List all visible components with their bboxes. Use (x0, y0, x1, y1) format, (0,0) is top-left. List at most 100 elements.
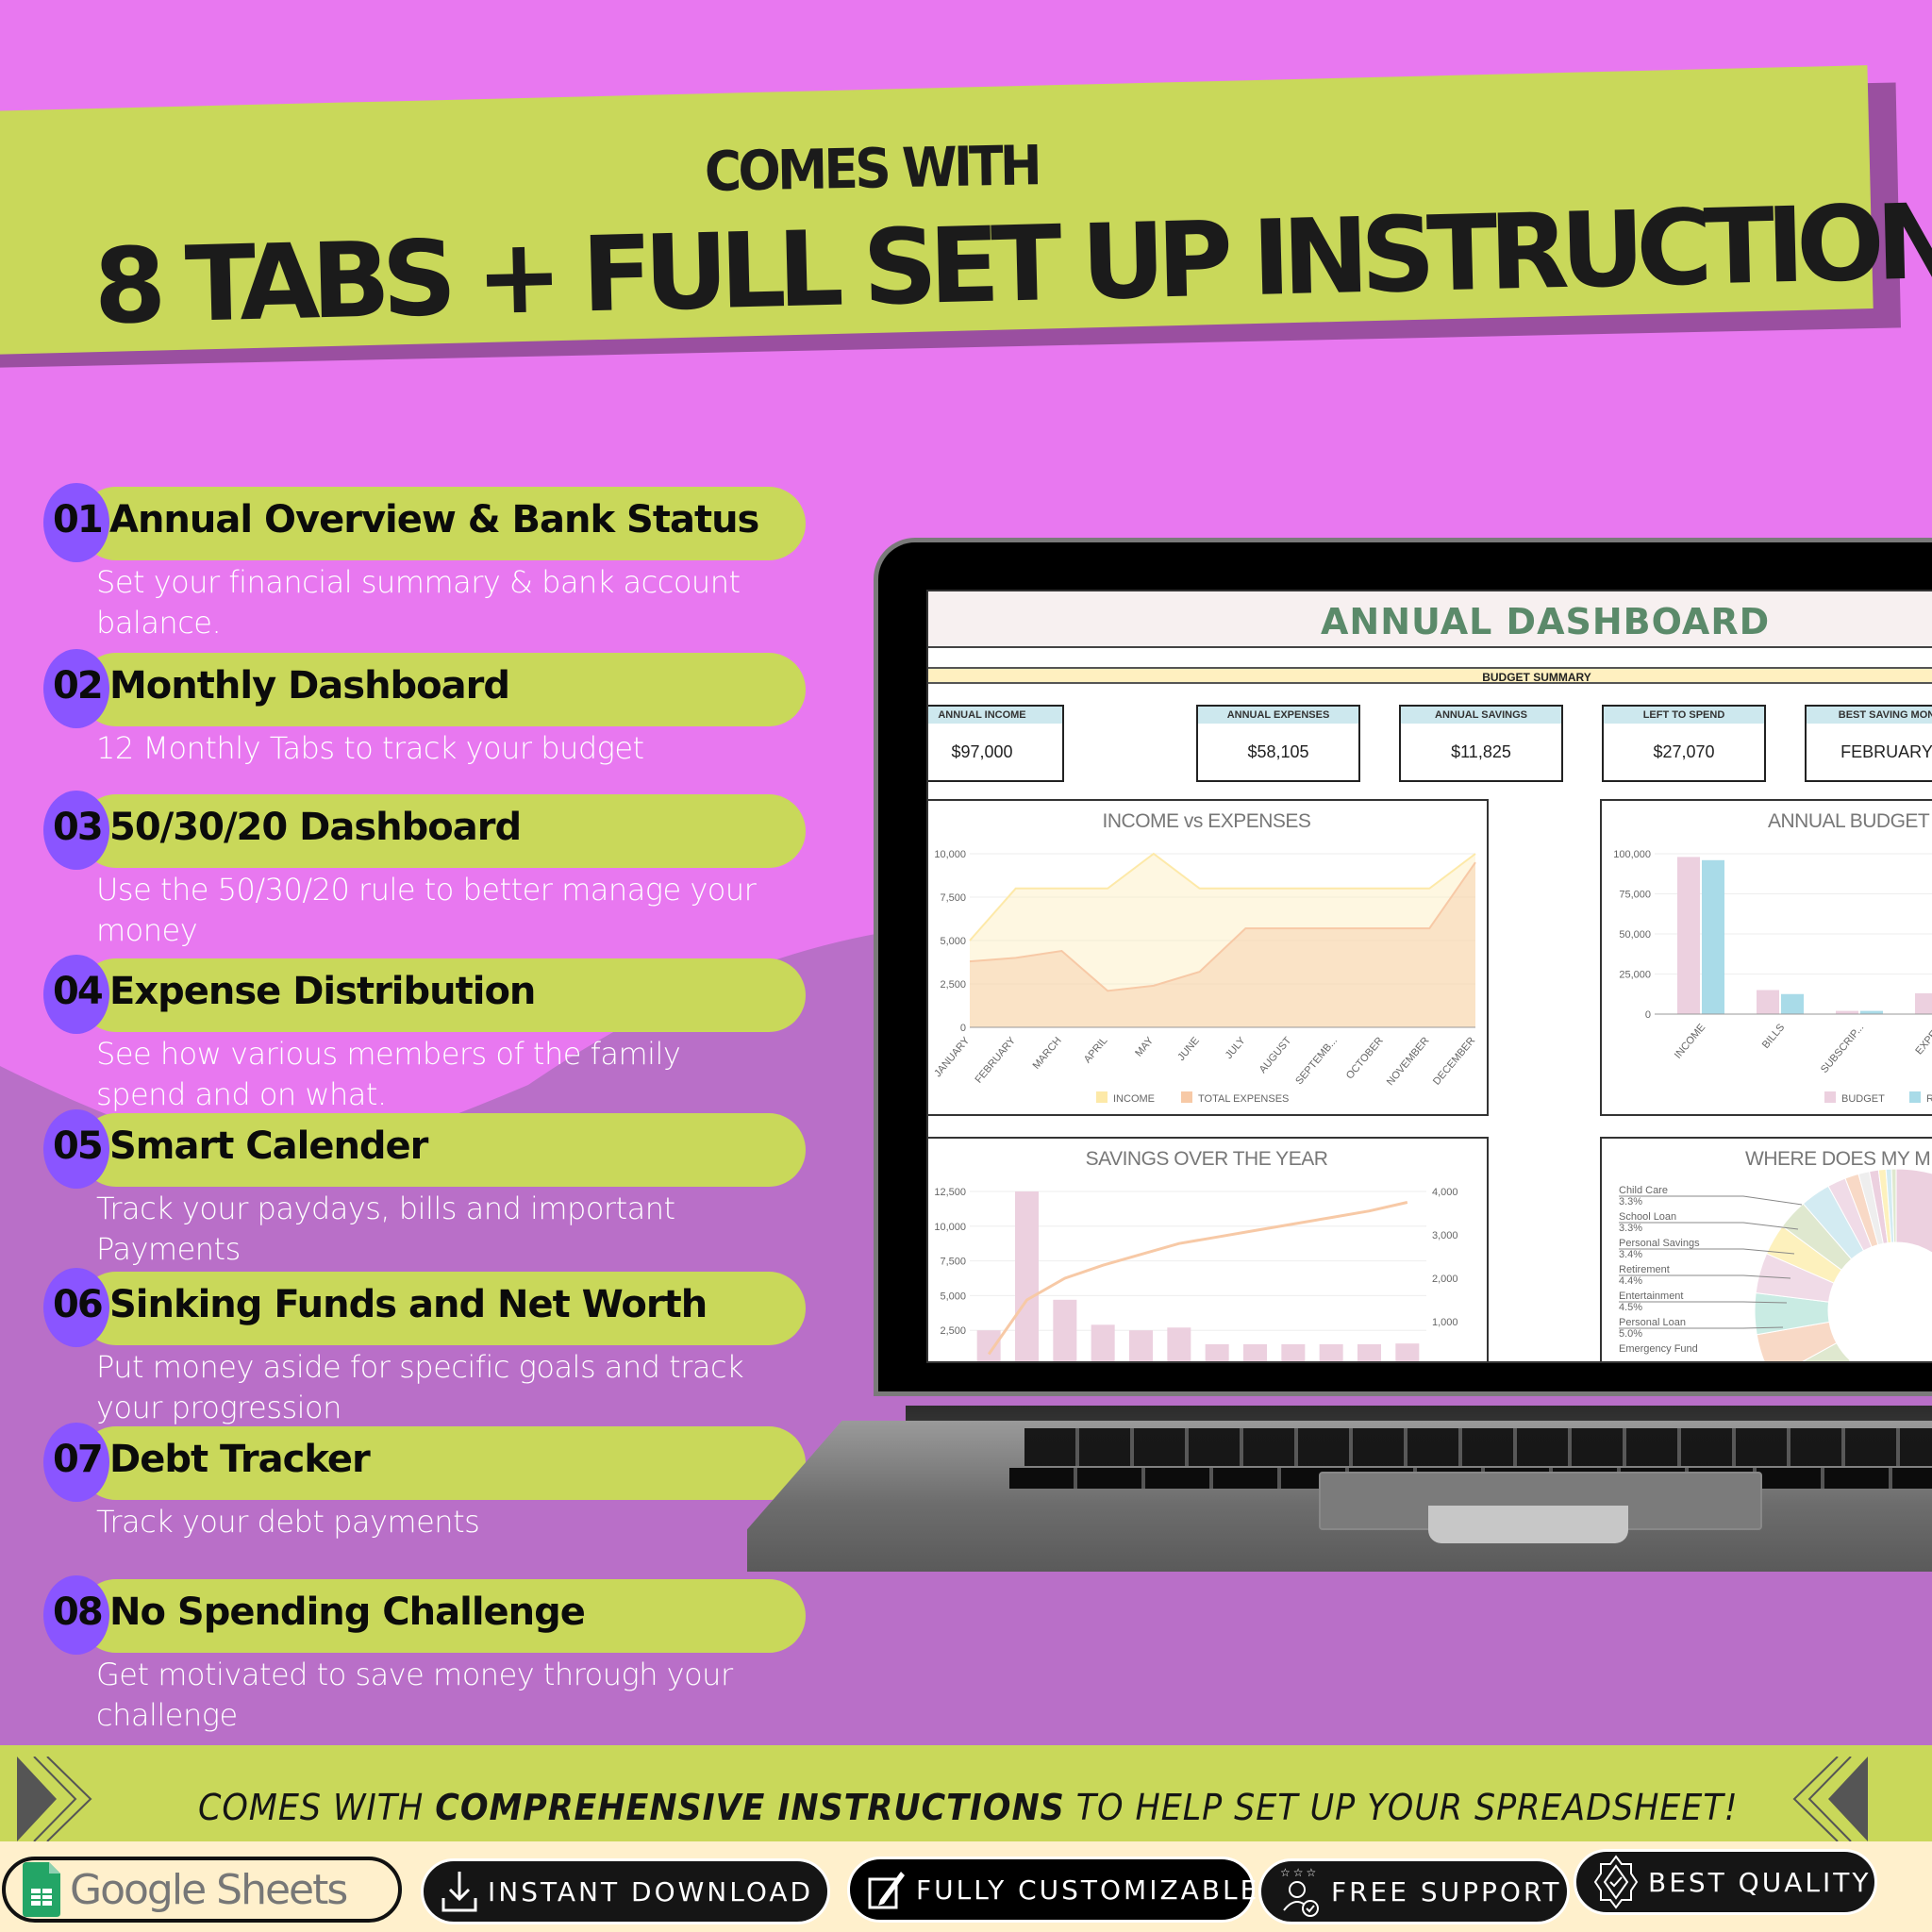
leader-line (1619, 1222, 1799, 1230)
card-value: $97,000 (951, 742, 1013, 761)
y-tick-label: 5,000 (940, 936, 966, 947)
slice-label: Emergency Fund (1619, 1343, 1698, 1355)
bar (1014, 1191, 1040, 1361)
instructions-pre: COMES WITH (198, 1787, 436, 1828)
feature-description: 12 Monthly Tabs to track your budget (96, 730, 644, 766)
bar (1702, 859, 1724, 1014)
laptop-keyboard (1024, 1428, 1932, 1466)
summary-card: BEST SAVING MON FEBRUARY (1805, 705, 1932, 782)
y2-tick-label: 0 (1432, 1360, 1438, 1363)
download-icon (441, 1872, 477, 1912)
instructions-bold: COMPREHENSIVE INSTRUCTIONS (435, 1787, 1065, 1828)
x-tick-label: OCTOBER (1344, 1035, 1386, 1081)
x-tick-label: NOVEMBER (1385, 1035, 1432, 1088)
badge-label: FULLY CUSTOMIZABLE (916, 1874, 1260, 1906)
badge-label: FREE SUPPORT (1331, 1875, 1562, 1907)
feature-description: Put money aside for specific goals and t… (96, 1349, 744, 1425)
free-support-badge: ☆☆☆ FREE SUPPORT (1258, 1858, 1570, 1924)
legend-swatch (1181, 1091, 1192, 1103)
y-tick-label: 2,500 (940, 979, 966, 991)
y-tick-label: 12,500 (934, 1187, 966, 1198)
instructions-post: TO HELP SET UP YOUR SPREADSHEET! (1064, 1787, 1739, 1828)
bar (1128, 1330, 1154, 1361)
feature-description: Set your financial summary & bank accoun… (96, 564, 741, 641)
x-tick-label: INCOME (1673, 1022, 1707, 1060)
badge-label: BEST QUALITY (1648, 1866, 1872, 1898)
x-tick-label: JULY (1224, 1035, 1248, 1061)
summary-card: ANNUAL SAVINGS $11,825 (1399, 705, 1563, 782)
dashboard-title-bar: ANNUAL DASHBOARD (928, 591, 1932, 648)
svg-text:☆☆☆: ☆☆☆ (1280, 1866, 1319, 1879)
summary-card: ANNUAL EXPENSES $58,105 (1196, 705, 1360, 782)
annual-budget-chart: ANNUAL BUDGET 0 25,000 50,000 75,000 100,000… (1600, 799, 1932, 1116)
feature-description: Use the 50/30/20 rule to better manage y… (96, 872, 757, 948)
card-label: BEST SAVING MON (1807, 707, 1932, 724)
income-vs-expenses-chart: INCOME vs EXPENSES 0 2,500 5,000 7,500 10,00… (928, 799, 1489, 1116)
bar (1677, 857, 1700, 1014)
card-value: $11,825 (1451, 742, 1511, 761)
slice-label: Child Care (1619, 1185, 1668, 1196)
bar (1757, 990, 1779, 1014)
feature-description: Get motivated to save money through your… (96, 1657, 733, 1733)
card-value: $27,070 (1653, 742, 1715, 761)
y-tick-label: 7,500 (940, 892, 966, 904)
feature-description: Track your debt payments (96, 1504, 480, 1540)
feature-description: Track your paydays, bills and important … (96, 1191, 675, 1267)
legend-label: TOTAL EXPENSES (1198, 1093, 1289, 1105)
feature-number: 07 (53, 1438, 104, 1481)
bar (976, 1330, 1001, 1361)
feature-number: 03 (53, 806, 104, 849)
y-tick-label: 10,000 (934, 849, 966, 860)
summary-card: LEFT TO SPEND $27,070 (1602, 705, 1766, 782)
x-tick-label: SEPTEMB... (1293, 1035, 1340, 1087)
y-tick-label: 2,500 (940, 1325, 966, 1337)
feature-number: 01 (53, 498, 104, 541)
budget-summary-bar: BUDGET SUMMARY (928, 667, 1932, 684)
laptop-screen: ANNUAL DASHBOARD BUDGET SUMMARY ANNUAL I… (926, 590, 1932, 1363)
bar (1860, 1010, 1883, 1014)
y-tick-label: 0 (960, 1360, 966, 1363)
slice-label: Retirement (1619, 1264, 1670, 1275)
summary-card: ANNUAL INCOME $97,000 (928, 705, 1064, 782)
feature-title: Debt Tracker (109, 1438, 371, 1481)
donut-slice (1895, 1168, 1932, 1361)
x-tick-label: DECEMBER (1431, 1035, 1477, 1088)
bar (1319, 1343, 1343, 1361)
y2-tick-label: 4,000 (1432, 1187, 1458, 1198)
chevron-right-icon (17, 1757, 92, 1841)
feature-title: Monthly Dashboard (109, 664, 510, 708)
feature-number: 08 (53, 1591, 104, 1634)
leader-line (1619, 1301, 1788, 1304)
fully-customizable-badge: FULLY CUSTOMIZABLE (847, 1857, 1257, 1923)
slice-label: School Loan (1619, 1211, 1676, 1223)
feature-number: 02 (53, 664, 104, 708)
y-tick-label: 50,000 (1619, 929, 1651, 941)
laptop-notch (1428, 1506, 1628, 1543)
y-tick-label: 7,500 (940, 1257, 966, 1268)
card-label: ANNUAL SAVINGS (1401, 707, 1561, 724)
savings-over-year-chart: SAVINGS OVER THE YEAR 02,5005,0007,50010… (928, 1137, 1489, 1363)
legend-swatch (1909, 1091, 1921, 1103)
slice-percent: 3.3% (1619, 1196, 1642, 1208)
x-tick-label: JANUARY (932, 1035, 972, 1079)
card-label: ANNUAL INCOME (928, 707, 1062, 724)
slice-percent: 4.5% (1619, 1302, 1642, 1313)
x-tick-label: JUNE (1175, 1035, 1202, 1063)
feature-title: Annual Overview & Bank Status (109, 498, 759, 541)
feature-title: 50/30/20 Dashboard (109, 806, 522, 849)
legend-label: BUDGET (1841, 1093, 1885, 1105)
budget-summary-label: BUDGET SUMMARY (1482, 671, 1591, 684)
feature-number: 05 (53, 1124, 104, 1168)
legend-swatch (1096, 1091, 1108, 1103)
banner-subtitle: COMES WITH (704, 133, 1040, 204)
x-tick-label: MARCH (1031, 1035, 1064, 1072)
chevron-left-icon (1792, 1757, 1868, 1841)
support-icon: ☆☆☆ (1280, 1866, 1319, 1917)
y2-tick-label: 3,000 (1432, 1230, 1458, 1241)
slice-label: Entertainment (1619, 1291, 1683, 1302)
y-tick-label: 0 (1645, 1009, 1651, 1021)
badge-label: INSTANT DOWNLOAD (488, 1875, 814, 1907)
bar (1205, 1343, 1229, 1361)
y2-tick-label: 1,000 (1432, 1317, 1458, 1328)
slice-label: Personal Loan (1619, 1317, 1686, 1328)
